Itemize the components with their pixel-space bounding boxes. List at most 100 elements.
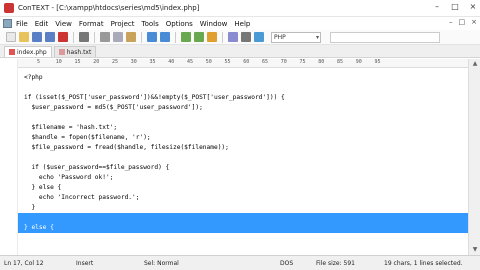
app-icon <box>4 3 14 13</box>
ruler-number: 70 <box>280 59 287 65</box>
file-size: File size: 591 <box>316 260 355 267</box>
menu-file[interactable]: File <box>16 20 28 28</box>
tools-icon[interactable] <box>207 32 217 42</box>
code-line: if ($user_password==$file_password) { <box>24 164 170 171</box>
scroll-down-icon[interactable]: ▼ <box>469 245 480 255</box>
text-file-icon <box>58 49 65 55</box>
menu-tools[interactable]: Tools <box>142 20 159 28</box>
doc-minimize-button[interactable]: – <box>449 18 453 26</box>
php-file-icon <box>9 49 15 55</box>
ruler-number: 80 <box>318 59 325 65</box>
ruler-number: 40 <box>168 59 175 65</box>
undo-icon[interactable] <box>147 32 157 42</box>
cursor-position: Ln 17, Col 12 <box>4 260 44 267</box>
ruler-number: 5 <box>37 59 41 65</box>
vertical-scrollbar[interactable]: ▲ ▼ <box>468 59 480 255</box>
code-line: echo 'Incorrect password.'; <box>24 194 140 201</box>
code-line: } <box>24 204 36 211</box>
ruler-number: 35 <box>149 59 156 65</box>
save-icon[interactable] <box>32 32 42 42</box>
print-icon[interactable] <box>79 32 89 42</box>
tab-index-php[interactable]: index.php <box>4 46 52 57</box>
ruler-number: 75 <box>299 59 306 65</box>
close-file-icon[interactable] <box>58 32 68 42</box>
menu-view[interactable]: View <box>55 20 72 28</box>
window-controls: – □ × <box>432 2 478 12</box>
code-line: } else { <box>24 224 54 231</box>
file-tabs: index.php hash.txt <box>0 45 480 58</box>
help-icon[interactable] <box>254 32 264 42</box>
selection-highlight <box>18 213 468 223</box>
toolbar-separator <box>141 31 142 43</box>
menu-options[interactable]: Options <box>166 20 193 28</box>
ruler-number: 90 <box>355 59 362 65</box>
line-endings: DOS <box>280 260 294 267</box>
close-button[interactable]: × <box>468 2 478 12</box>
toolbar-separator <box>94 31 95 43</box>
save-all-icon[interactable] <box>45 32 55 42</box>
tab-label: index.php <box>17 48 47 56</box>
cut-icon[interactable] <box>100 32 110 42</box>
toolbar-separator <box>222 31 223 43</box>
selection-info: 19 chars, 1 lines selected. <box>384 260 463 267</box>
ruler-number: 25 <box>112 59 119 65</box>
window-title: ConTEXT - [C:\xampp\htdocs\series\md5\in… <box>18 4 200 12</box>
ruler-number: 60 <box>243 59 250 65</box>
settings-icon[interactable] <box>241 32 251 42</box>
code-line: echo 'Please enter a password.'; <box>24 234 151 241</box>
code-line: $filename = 'hash.txt'; <box>24 124 118 131</box>
doc-close-button[interactable]: × <box>471 18 477 26</box>
ruler-number: 10 <box>55 59 62 65</box>
toolbar-search-input[interactable] <box>330 31 440 43</box>
code-line: echo 'Password ok!'; <box>24 174 114 181</box>
word-wrap-icon[interactable] <box>228 32 238 42</box>
code-line: $handle = fopen($filename, 'r'); <box>24 134 151 141</box>
code-line: if (isset($_POST['user_password'])&&!emp… <box>24 94 285 101</box>
code-line: } else { <box>24 184 62 191</box>
status-bar: Ln 17, Col 12 Insert Sel: Normal DOS Fil… <box>0 255 480 270</box>
replace-icon[interactable] <box>194 32 204 42</box>
code-line: $file_password = fread($handle, filesize… <box>24 144 229 151</box>
ruler-number: 20 <box>93 59 100 65</box>
document-window-controls: – □ × <box>449 18 477 26</box>
ruler-number: 85 <box>337 59 344 65</box>
code-editor[interactable]: <?php if (isset($_POST['user_password'])&… <box>18 68 480 255</box>
menu-window[interactable]: Window <box>200 20 228 28</box>
ruler-number: 55 <box>224 59 231 65</box>
maximize-button[interactable]: □ <box>450 2 460 12</box>
find-icon[interactable] <box>181 32 191 42</box>
menu-project[interactable]: Project <box>111 20 135 28</box>
insert-mode: Insert <box>76 260 94 267</box>
doc-restore-button[interactable]: □ <box>459 18 466 26</box>
paste-icon[interactable] <box>126 32 136 42</box>
highlighter-select[interactable]: PHP <box>271 31 321 43</box>
document-icon[interactable] <box>3 19 12 28</box>
column-ruler: 5 10 15 20 25 30 35 40 45 50 55 60 65 70 75 80 85 90 95 <box>18 59 480 68</box>
new-file-icon[interactable] <box>6 32 16 42</box>
menu-edit[interactable]: Edit <box>35 20 49 28</box>
code-line: <?php <box>24 74 43 81</box>
menu-bar: File Edit View Format Project Tools Opti… <box>0 17 480 30</box>
ruler-number: 95 <box>374 59 381 65</box>
minimize-button[interactable]: – <box>432 2 442 12</box>
selection-mode: Sel: Normal <box>144 260 179 267</box>
tab-hash-txt[interactable]: hash.txt <box>53 46 97 57</box>
menu-help[interactable]: Help <box>234 20 250 28</box>
tab-label: hash.txt <box>66 48 92 56</box>
toolbar-separator <box>175 31 176 43</box>
open-folder-icon[interactable] <box>19 32 29 42</box>
redo-icon[interactable] <box>160 32 170 42</box>
menu-format[interactable]: Format <box>79 20 104 28</box>
selection-highlight <box>18 223 468 233</box>
scroll-up-icon[interactable]: ▲ <box>469 59 480 69</box>
code-line: $user_password = md5($_POST['user_passwo… <box>24 104 203 111</box>
toolbar: PHP <box>0 30 480 45</box>
ruler-number: 45 <box>187 59 194 65</box>
toolbar-separator <box>73 31 74 43</box>
ruler-number: 30 <box>130 59 137 65</box>
ruler-number: 50 <box>205 59 212 65</box>
copy-icon[interactable] <box>113 32 123 42</box>
title-bar: ConTEXT - [C:\xampp\htdocs\series\md5\in… <box>0 0 480 17</box>
ruler-number: 15 <box>74 59 81 65</box>
line-gutter <box>0 59 18 255</box>
